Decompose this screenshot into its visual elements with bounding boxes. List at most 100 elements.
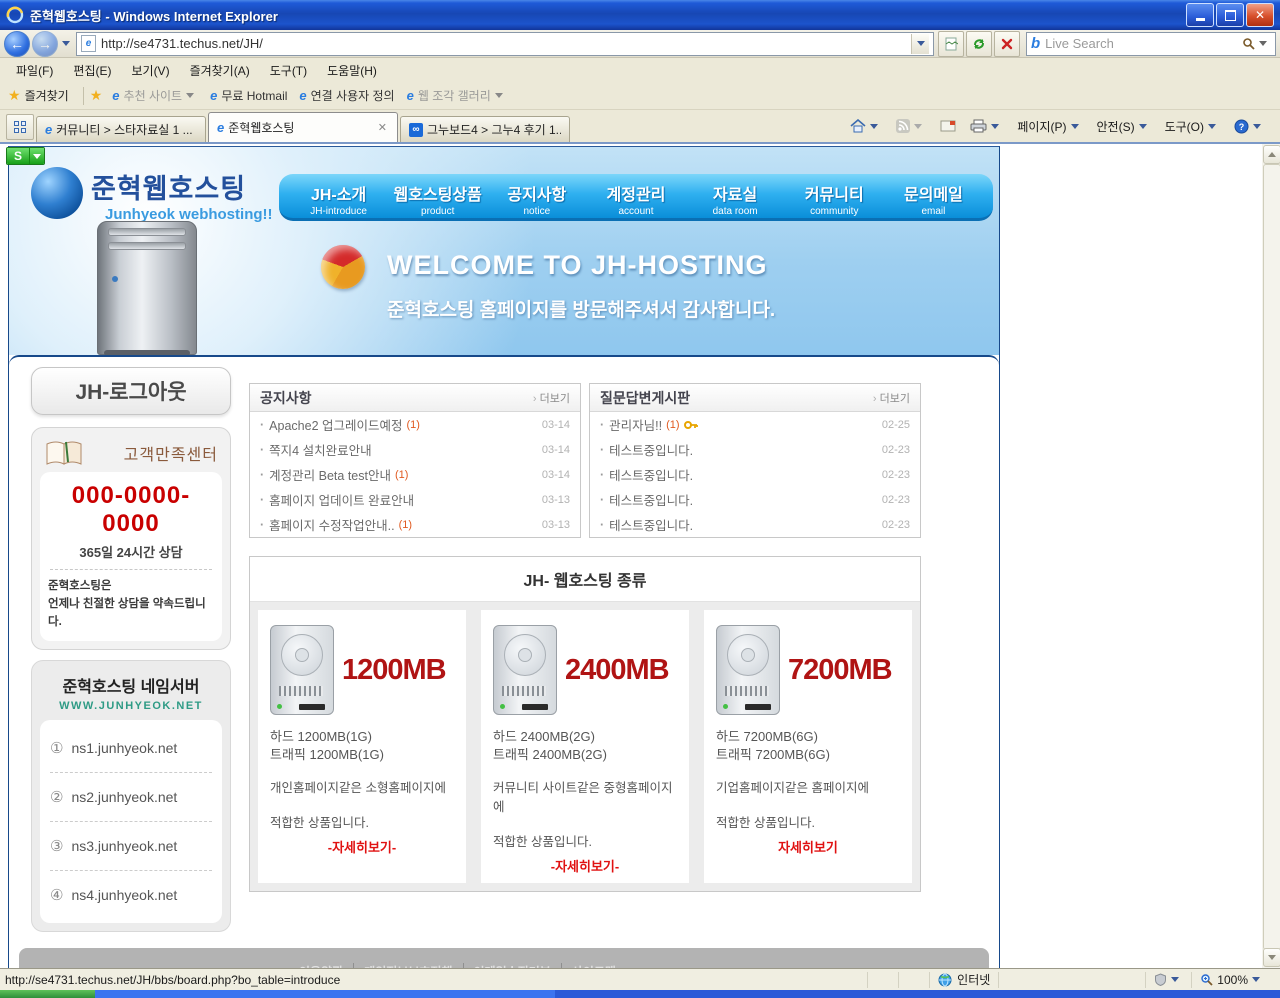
safety-menu-button[interactable]: 안전(S) bbox=[1090, 114, 1158, 138]
taskbar-window-button[interactable] bbox=[95, 990, 555, 998]
notice-item[interactable]: 홈페이지 수정작업안내.. (1) 03-13 bbox=[250, 512, 580, 537]
plan-detail-link[interactable]: -자세히보기- bbox=[493, 856, 677, 875]
search-options-dropdown-icon[interactable] bbox=[1259, 41, 1267, 46]
plan-spec: 하드 2400MB(2G) 트래픽 2400MB(2G) bbox=[493, 728, 677, 763]
search-input[interactable]: Live Search bbox=[1045, 36, 1242, 51]
nav-email[interactable]: 문의메일 email bbox=[884, 178, 983, 218]
refresh-icon bbox=[972, 37, 986, 51]
favorite-web-slice-gallery[interactable]: e 웹 조각 갤러리 bbox=[401, 87, 513, 104]
tab-gnuboard[interactable]: ∞ 그누보드4 > 그누4 후기 1... bbox=[400, 116, 570, 142]
nav-dataroom[interactable]: 자료실 data room bbox=[686, 178, 785, 218]
qna-item[interactable]: 테스트중입니다. 02-23 bbox=[590, 512, 920, 537]
qna-item[interactable]: 관리자님!! (1) 02-25 bbox=[590, 412, 920, 437]
vertical-scrollbar[interactable] bbox=[1262, 144, 1280, 968]
qna-item[interactable]: 테스트중입니다. 02-23 bbox=[590, 462, 920, 487]
plan-desc: 개인홈페이지같은 소형홈페이지에 bbox=[270, 777, 454, 796]
menu-help[interactable]: 도움말(H) bbox=[317, 59, 387, 82]
tab-community[interactable]: e 커뮤니티 > 스타자료실 1 ... bbox=[36, 116, 206, 142]
plan-desc2: 적합한 상품입니다. bbox=[493, 831, 677, 850]
welcome-subtitle: 준혁호스팅 홈페이지를 방문해주셔서 감사합니다. bbox=[387, 295, 775, 322]
scroll-down-button[interactable] bbox=[1263, 948, 1280, 967]
read-mail-button[interactable] bbox=[933, 114, 963, 138]
stop-icon bbox=[1001, 38, 1013, 50]
nav-account[interactable]: 계정관리 account bbox=[586, 178, 685, 218]
site-logo[interactable]: 준혁웹호스팅 Junhyeok webhosting!! bbox=[31, 167, 273, 223]
plan-desc: 기업홈페이지같은 홈페이지에 bbox=[716, 777, 900, 796]
tools-menu-button[interactable]: 도구(O) bbox=[1158, 114, 1227, 138]
scrollbar-thumb[interactable] bbox=[1263, 164, 1280, 950]
harddisk-icon bbox=[270, 625, 334, 715]
recent-pages-dropdown-icon[interactable] bbox=[62, 41, 70, 46]
address-input[interactable]: http://se4731.techus.net/JH/ bbox=[101, 36, 911, 51]
tab-junhyeok-hosting[interactable]: e 준혁웹호스팅 ✕ bbox=[208, 112, 398, 142]
notice-more-link[interactable]: 더보기 bbox=[533, 390, 570, 406]
feeds-button[interactable] bbox=[889, 114, 933, 138]
favorites-button[interactable]: 즐겨찾기 bbox=[25, 87, 69, 104]
windows-taskbar[interactable] bbox=[0, 990, 1280, 998]
live-search-box[interactable]: b Live Search bbox=[1026, 32, 1276, 56]
notice-item[interactable]: 쪽지4 설치완료안내 03-14 bbox=[250, 437, 580, 462]
protected-mode-button[interactable] bbox=[1145, 972, 1183, 988]
stop-button[interactable] bbox=[994, 31, 1020, 57]
help-button[interactable]: ? bbox=[1227, 114, 1272, 138]
help-icon: ? bbox=[1234, 119, 1249, 134]
zoom-control[interactable]: 100% bbox=[1191, 972, 1264, 988]
menu-edit[interactable]: 편집(E) bbox=[63, 59, 121, 82]
close-button[interactable]: ✕ bbox=[1246, 3, 1274, 27]
plan-detail-link[interactable]: 자세히보기 bbox=[716, 837, 900, 856]
hosting-plans-section: JH- 웹호스팅 종류 1200MB 하드 1200MB(1G) bbox=[249, 556, 921, 892]
favorites-bar: ★ 즐겨찾기 ★ e 추천 사이트 e 무료 Hotmail e 연결 사용자 … bbox=[0, 82, 1280, 110]
favorite-suggested-sites[interactable]: e 추천 사이트 bbox=[106, 87, 204, 104]
page-menu-button[interactable]: 페이지(P) bbox=[1010, 114, 1089, 138]
toolbar-badge[interactable]: S bbox=[6, 147, 45, 165]
quick-tabs-button[interactable] bbox=[6, 114, 34, 140]
nameserver-row: ① ns1.junhyeok.net bbox=[50, 724, 212, 772]
minimize-button[interactable] bbox=[1186, 3, 1214, 27]
notice-item[interactable]: 계정관리 Beta test안내 (1) 03-14 bbox=[250, 462, 580, 487]
chevron-down-icon[interactable] bbox=[29, 148, 44, 164]
nav-community[interactable]: 커뮤니티 community bbox=[785, 178, 884, 218]
favorite-free-hotmail[interactable]: e 무료 Hotmail bbox=[204, 87, 293, 104]
chevron-down-icon bbox=[186, 93, 194, 98]
qna-more-link[interactable]: 더보기 bbox=[873, 390, 910, 406]
menu-view[interactable]: 보기(V) bbox=[121, 59, 179, 82]
menu-tools[interactable]: 도구(T) bbox=[260, 59, 317, 82]
forward-button[interactable]: → bbox=[32, 31, 58, 57]
nav-product[interactable]: 웹호스팅상품 product bbox=[388, 178, 487, 218]
address-field[interactable]: e http://se4731.techus.net/JH/ bbox=[76, 32, 934, 56]
menu-file[interactable]: 파일(F) bbox=[6, 59, 63, 82]
add-favorite-icon[interactable]: ★ bbox=[90, 87, 103, 104]
back-button[interactable]: ← bbox=[4, 31, 30, 57]
compatibility-view-button[interactable] bbox=[938, 31, 964, 57]
notice-item[interactable]: 홈페이지 업데이트 완료안내 03-13 bbox=[250, 487, 580, 512]
refresh-button[interactable] bbox=[966, 31, 992, 57]
plan-detail-link[interactable]: -자세히보기- bbox=[270, 837, 454, 856]
main-column: 공지사항 더보기 Apache2 업그레이드예정 (1) 03-14 쪽지4 설… bbox=[249, 383, 921, 932]
qna-item[interactable]: 테스트중입니다. 02-23 bbox=[590, 487, 920, 512]
svg-text:?: ? bbox=[1239, 122, 1245, 132]
nav-notice[interactable]: 공지사항 notice bbox=[487, 178, 586, 218]
logout-button[interactable]: JH-로그아웃 bbox=[31, 367, 231, 415]
favorites-star-icon: ★ bbox=[8, 87, 21, 104]
qna-item[interactable]: 테스트중입니다. 02-23 bbox=[590, 437, 920, 462]
scroll-up-button[interactable] bbox=[1263, 145, 1280, 164]
print-button[interactable] bbox=[963, 114, 1010, 138]
menu-favorites[interactable]: 즐겨찾기(A) bbox=[180, 59, 260, 82]
ie-icon: e bbox=[45, 122, 52, 137]
nav-jh-introduce[interactable]: JH-소개 JH-introduce bbox=[289, 178, 388, 218]
notice-item[interactable]: Apache2 업그레이드예정 (1) 03-14 bbox=[250, 412, 580, 437]
tab-close-icon[interactable]: ✕ bbox=[376, 121, 389, 134]
favorite-customize-links[interactable]: e 연결 사용자 정의 bbox=[293, 87, 400, 104]
ie-icon: e bbox=[299, 88, 306, 103]
promise-line1: 준혁호스팅은 bbox=[48, 578, 214, 596]
ie-icon: e bbox=[112, 88, 119, 103]
live-search-logo-icon: b bbox=[1031, 35, 1040, 52]
search-icon[interactable] bbox=[1242, 37, 1255, 50]
address-dropdown-button[interactable] bbox=[911, 34, 929, 54]
home-button[interactable] bbox=[843, 114, 889, 138]
plan-desc2: 적합한 상품입니다. bbox=[716, 812, 900, 831]
restore-button[interactable] bbox=[1216, 3, 1244, 27]
start-button[interactable] bbox=[0, 990, 95, 998]
notice-board: 공지사항 더보기 Apache2 업그레이드예정 (1) 03-14 쪽지4 설… bbox=[249, 383, 581, 538]
zoom-icon bbox=[1200, 973, 1213, 986]
